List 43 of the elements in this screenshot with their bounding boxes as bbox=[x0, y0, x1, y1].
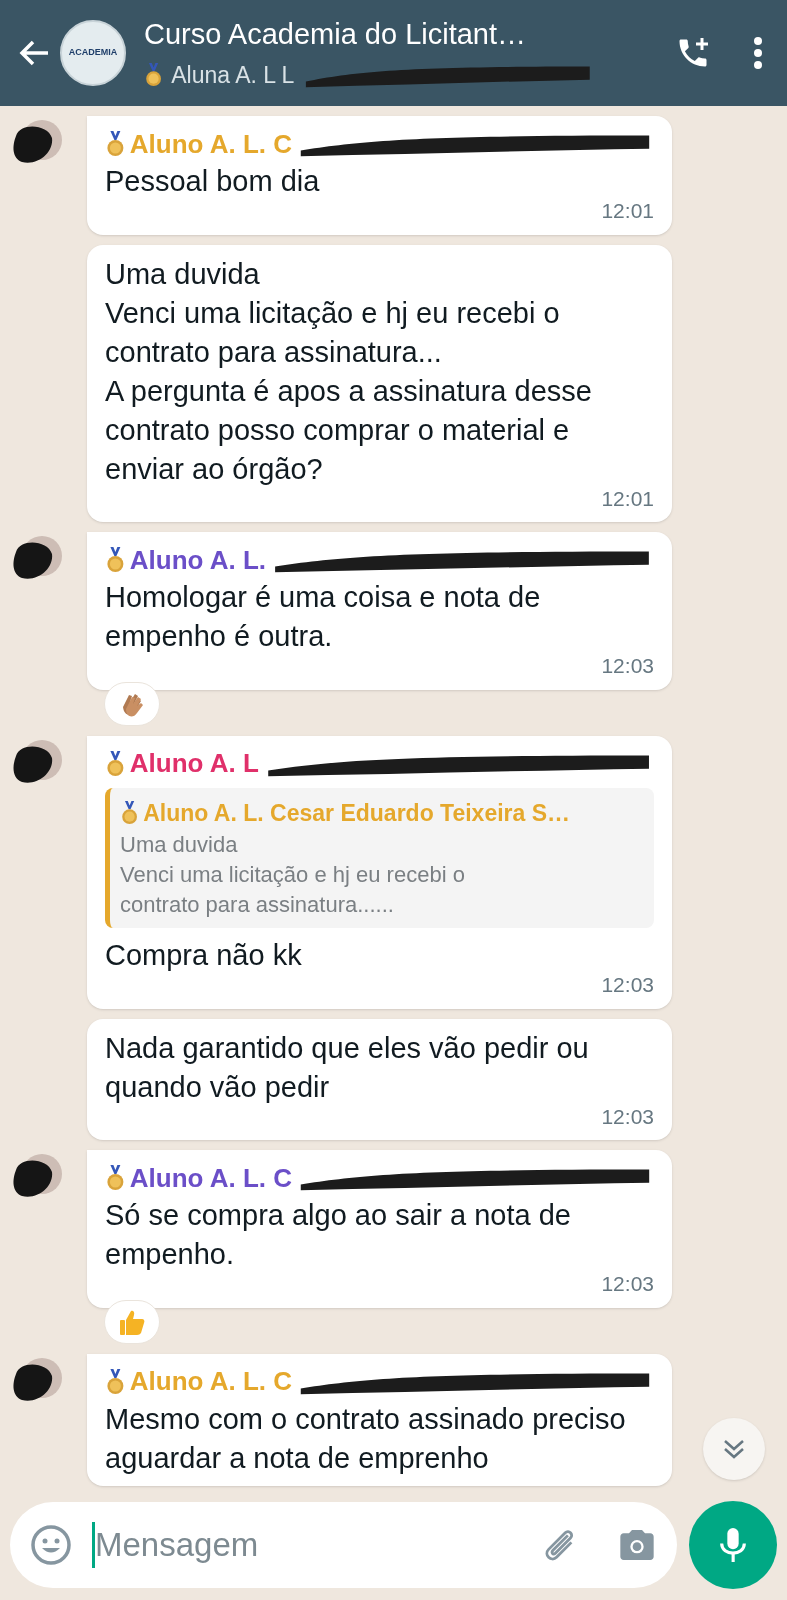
quoted-text: Uma duvida Venci uma licitação e hj eu recebi o contrato para assinatura...... bbox=[120, 831, 466, 919]
group-avatar[interactable]: ACADEMIA bbox=[60, 20, 126, 86]
message-time: 12:01 bbox=[601, 198, 654, 224]
message-bubble[interactable]: Nada garantido que eles vão pedir ou quando vão pedir 12:03 bbox=[87, 1018, 672, 1140]
sender-name[interactable]: Aluno A. L bbox=[129, 745, 259, 782]
message-time: 12:01 bbox=[601, 485, 654, 512]
message-text: Uma duvida Venci uma licitação e hj eu recebi o contrato para assinatura... A pergunta é apos a assinatura desse contrato posso comprar o material e enviar ao órgão? bbox=[105, 256, 593, 487]
more-vertical-icon bbox=[753, 36, 763, 70]
medal-icon bbox=[144, 62, 164, 87]
message-time: 12:03 bbox=[601, 1103, 654, 1130]
quoted-message[interactable]: Aluno A. L. Cesar Eduardo Teixeira S… Uma duvida Venci uma licitação e hj eu recebi o contrato para assinatura...... bbox=[105, 787, 654, 928]
group-title[interactable]: Curso Academia do Licitant… bbox=[144, 13, 667, 57]
sender-name[interactable]: Aluno A. L. bbox=[129, 542, 267, 578]
medal-icon bbox=[105, 547, 126, 573]
message-bubble[interactable]: Aluno A. L Aluno A. L. Cesar Eduardo Teixeira S… Uma duvida Venci uma licitação e hj eu recebi o contrato para assinatura...... Compra não kk 12:03 bbox=[87, 735, 672, 1009]
message-bubble[interactable]: Aluno A. L. C Pessoal bom dia 12:01 bbox=[87, 116, 672, 235]
medal-icon bbox=[105, 131, 126, 157]
sender-name[interactable]: Aluno A. L. C bbox=[129, 1160, 293, 1196]
message-text: Mesmo com o contrato assinado preciso aguardar a nota de emprenho bbox=[105, 1401, 627, 1476]
message-time: 12:03 bbox=[601, 653, 654, 679]
message-bubble[interactable]: Uma duvida Venci uma licitação e hj eu recebi o contrato para assinatura... A pergunta é apos a assinatura desse contrato posso comprar o material e enviar ao órgão? 12:01 bbox=[87, 244, 672, 522]
message-text: Nada garantido que eles vão pedir ou quando vão pedir bbox=[105, 1030, 590, 1105]
medal-icon bbox=[105, 1368, 126, 1395]
message-bubble[interactable]: Aluno A. L. C Mesmo com o contrato assinado preciso aguardar a nota de emprenho bbox=[87, 1353, 672, 1486]
message-text: Homologar é uma coisa e nota de empenho é outra. bbox=[105, 580, 542, 654]
medal-icon bbox=[120, 800, 140, 825]
message-bubble[interactable]: Aluno A. L. Homologar é uma coisa e nota de empenho é outra. 12:03 bbox=[87, 532, 672, 690]
back-arrow-icon bbox=[18, 38, 50, 68]
message-text: Pessoal bom dia bbox=[105, 164, 321, 199]
message-input[interactable]: Mensagem bbox=[10, 1502, 677, 1588]
medal-icon bbox=[105, 1165, 126, 1191]
logo-text: ACADEMIA bbox=[68, 46, 118, 60]
group-members[interactable]: Aluna A. L L bbox=[171, 57, 295, 92]
message-bubble[interactable]: Aluno A. L. C Só se compra algo ao sair a nota de empenho. 12:03 bbox=[87, 1150, 672, 1308]
message-time: 12:03 bbox=[601, 972, 654, 998]
emoji-icon[interactable] bbox=[30, 1524, 72, 1566]
message-text: Só se compra algo ao sair a nota de empenho. bbox=[105, 1198, 572, 1272]
message-time: 12:03 bbox=[601, 1271, 654, 1297]
medal-icon bbox=[105, 750, 126, 777]
scroll-down-button[interactable] bbox=[703, 1418, 765, 1480]
quoted-sender-name: Aluno A. L. Cesar Eduardo Teixeira S… bbox=[143, 798, 571, 828]
double-chevron-down-icon bbox=[722, 1438, 746, 1460]
message-text: Compra não kk bbox=[105, 938, 303, 973]
